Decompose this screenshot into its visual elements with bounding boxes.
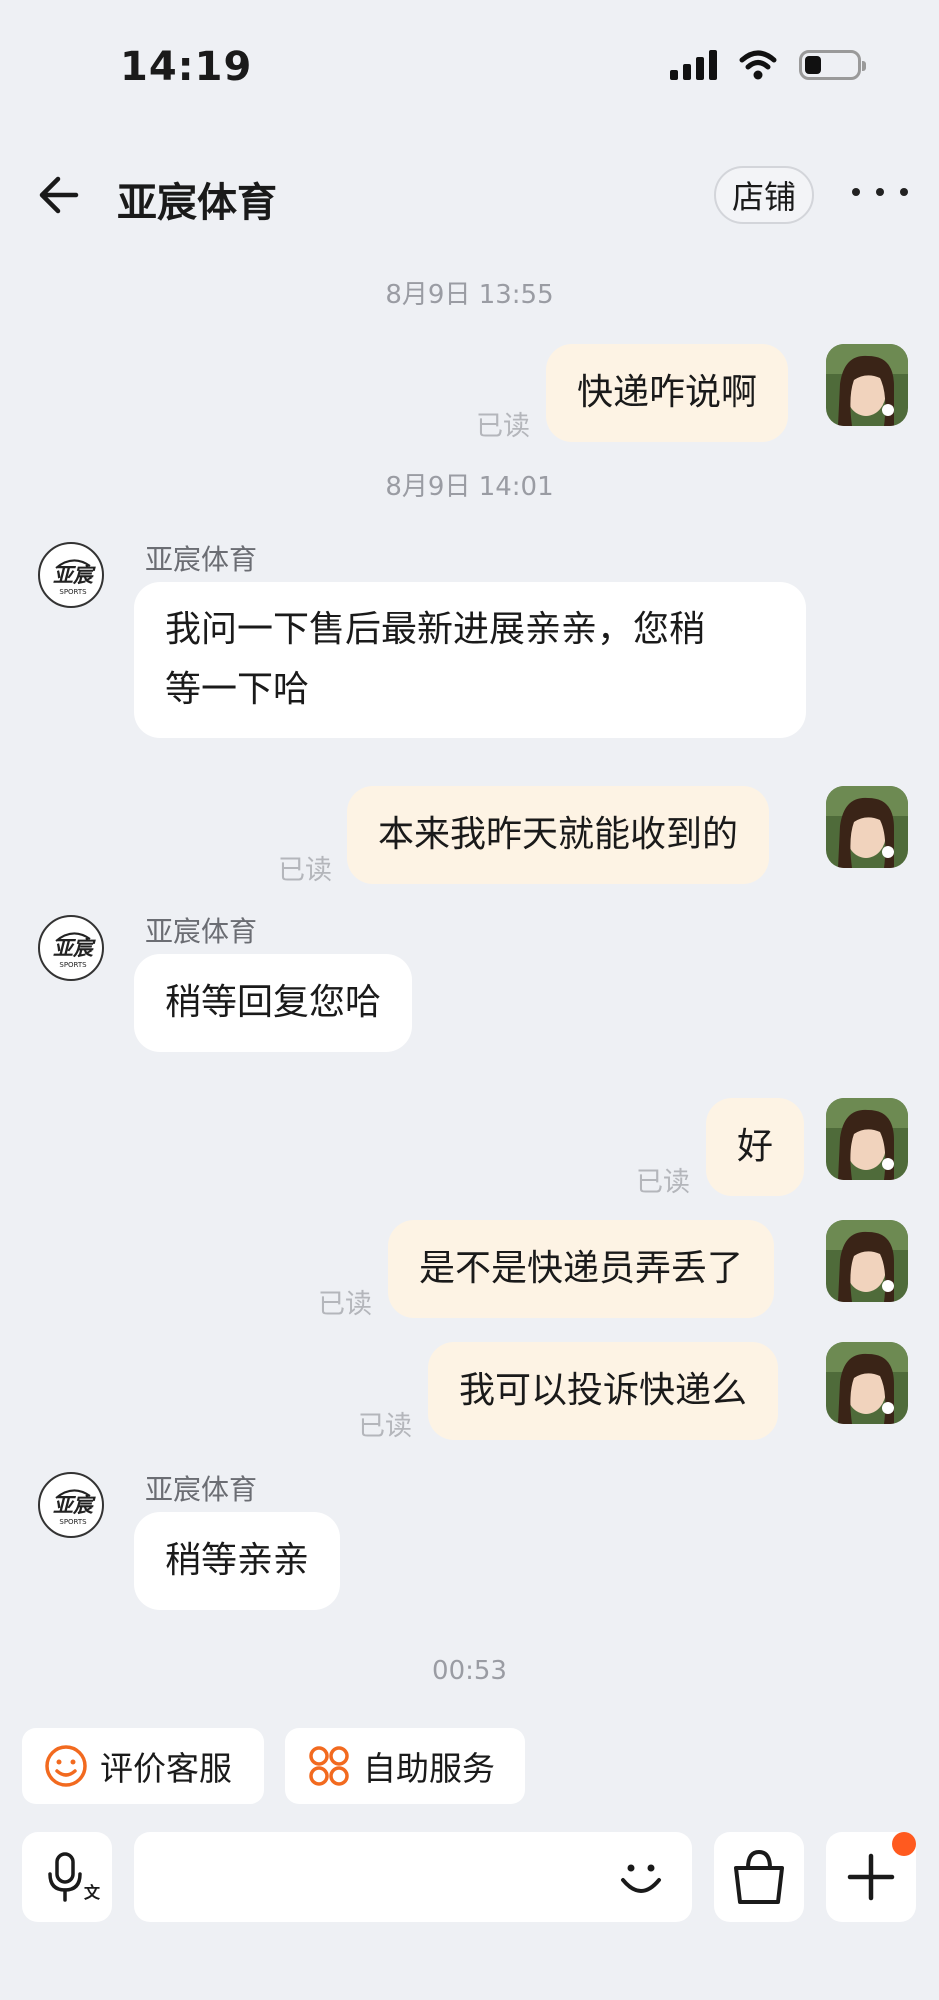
shop-button[interactable]: 店铺 xyxy=(714,166,814,224)
read-status: 已读 xyxy=(476,411,530,442)
notification-dot xyxy=(892,1832,916,1856)
microphone-icon: 文 xyxy=(48,1852,101,1902)
timestamp: 00:53 xyxy=(432,1656,507,1686)
message-text: 我问一下售后最新进展亲亲，您稍 xyxy=(165,609,706,650)
message-text: 等一下哈 xyxy=(165,669,310,710)
self-service-label: 自助服务 xyxy=(363,1749,495,1788)
rate-service-button[interactable]: 评价客服 xyxy=(22,1728,264,1804)
status-time: 14:19 xyxy=(120,44,253,90)
timestamp: 8月9日 14:01 xyxy=(385,472,554,502)
user-avatar[interactable] xyxy=(826,1342,908,1424)
read-status: 已读 xyxy=(278,855,332,886)
back-arrow-icon[interactable] xyxy=(34,170,84,220)
rate-service-label: 评价客服 xyxy=(100,1749,232,1788)
message-bubble-theirs[interactable]: 我问一下售后最新进展亲亲，您稍 等一下哈 xyxy=(134,582,806,738)
signal-icon xyxy=(670,50,717,80)
svg-text:SPORTS: SPORTS xyxy=(59,961,87,969)
message-bubble-mine[interactable]: 快递咋说啊 xyxy=(546,344,789,442)
svg-text:文: 文 xyxy=(84,1883,101,1902)
message-bubble-mine[interactable]: 好 xyxy=(706,1098,805,1196)
shop-avatar[interactable]: 亚宸 SPORTS xyxy=(38,915,104,981)
message-bubble-theirs[interactable]: 稍等回复您哈 xyxy=(134,954,413,1052)
shopping-bag-icon xyxy=(734,1849,784,1904)
user-avatar[interactable] xyxy=(826,786,908,868)
smile-icon[interactable] xyxy=(616,1852,666,1902)
user-avatar[interactable] xyxy=(826,1098,908,1180)
grid-icon xyxy=(309,1746,349,1786)
status-icons xyxy=(670,50,866,80)
message-bubble-mine[interactable]: 是不是快递员弄丢了 xyxy=(388,1220,775,1318)
svg-text:SPORTS: SPORTS xyxy=(59,588,87,596)
message-bubble-theirs[interactable]: 稍等亲亲 xyxy=(134,1512,341,1610)
user-avatar[interactable] xyxy=(826,1220,908,1302)
read-status: 已读 xyxy=(358,1411,412,1442)
self-service-button[interactable]: 自助服务 xyxy=(285,1728,525,1804)
message-input[interactable] xyxy=(134,1832,692,1922)
message-bubble-mine[interactable]: 本来我昨天就能收到的 xyxy=(347,786,770,884)
message-bubble-mine[interactable]: 我可以投诉快递么 xyxy=(428,1342,779,1440)
wifi-icon xyxy=(739,50,777,80)
sender-name: 亚宸体育 xyxy=(145,543,258,576)
voice-button[interactable]: 文 xyxy=(22,1832,112,1922)
timestamp: 8月9日 13:55 xyxy=(385,280,554,310)
sender-name: 亚宸体育 xyxy=(145,915,258,948)
more-icon[interactable] xyxy=(852,172,908,212)
shop-avatar[interactable]: 亚宸 SPORTS xyxy=(38,542,104,608)
sender-name: 亚宸体育 xyxy=(145,1473,258,1506)
page-title: 亚宸体育 xyxy=(117,180,277,226)
shopping-bag-button[interactable] xyxy=(714,1832,804,1922)
battery-icon xyxy=(799,50,866,80)
svg-text:SPORTS: SPORTS xyxy=(59,1518,87,1526)
shop-avatar[interactable]: 亚宸 SPORTS xyxy=(38,1472,104,1538)
user-avatar[interactable] xyxy=(826,344,908,426)
read-status: 已读 xyxy=(636,1167,690,1198)
smile-icon xyxy=(45,1745,87,1787)
read-status: 已读 xyxy=(318,1289,372,1320)
